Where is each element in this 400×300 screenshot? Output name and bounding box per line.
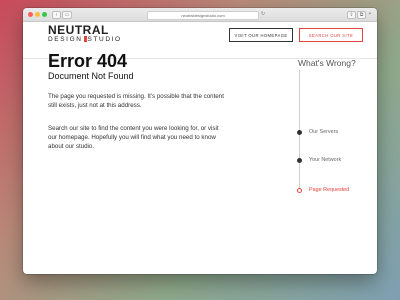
- timeline-step-network: Your Network: [296, 157, 366, 165]
- logo-wordmark-top[interactable]: NEUTRAL: [48, 24, 109, 36]
- logo-design-text: DESIGN: [48, 36, 83, 43]
- timeline-step-label: Our Servers: [309, 129, 339, 135]
- timeline-active-dot-icon: [297, 188, 302, 193]
- browser-toolbar: ‹ ▭ neutraldesignstudio.com ↻ ⇪ ⧉ +: [23, 8, 377, 22]
- error-subtitle: Document Not Found: [48, 71, 134, 81]
- browser-window: ‹ ▭ neutraldesignstudio.com ↻ ⇪ ⧉ + NEUT…: [23, 8, 377, 274]
- visit-homepage-button[interactable]: VISIT OUR HOMEPAGE: [229, 28, 293, 42]
- share-icon[interactable]: ⇪: [347, 11, 356, 19]
- reload-icon[interactable]: ↻: [260, 11, 266, 17]
- maximize-window-button[interactable]: [42, 12, 47, 17]
- error-help-text: Search our site to find the content you …: [48, 125, 219, 150]
- timeline-step-label: Your Network: [309, 157, 342, 163]
- address-bar[interactable]: neutraldesignstudio.com: [147, 11, 259, 20]
- timeline-step-servers: Our Servers: [296, 129, 366, 137]
- timeline-dot-icon: [297, 130, 302, 135]
- error-description: The page you requested is missing. It's …: [48, 93, 224, 109]
- timeline-step-page-requested: Page Requested: [296, 187, 366, 195]
- logo-wordmark-bottom[interactable]: DESIGN STUDIO: [48, 36, 122, 43]
- minimize-window-button[interactable]: [35, 12, 40, 17]
- new-tab-icon[interactable]: +: [367, 11, 373, 17]
- timeline-step-label: Page Requested: [309, 187, 350, 193]
- timeline-dot-icon: [297, 158, 302, 163]
- sidebar-heading: What's Wrong?: [298, 58, 356, 68]
- back-icon[interactable]: ‹: [52, 11, 61, 19]
- search-site-button[interactable]: SEARCH OUR SITE: [299, 28, 363, 42]
- logo-accent-bar: [83, 36, 87, 42]
- error-title: Error 404: [48, 51, 128, 71]
- sidebar-toggle-icon[interactable]: ▭: [62, 11, 72, 19]
- close-window-button[interactable]: [28, 12, 33, 17]
- tabs-overview-icon[interactable]: ⧉: [357, 11, 366, 19]
- logo-studio-text: STUDIO: [87, 36, 122, 43]
